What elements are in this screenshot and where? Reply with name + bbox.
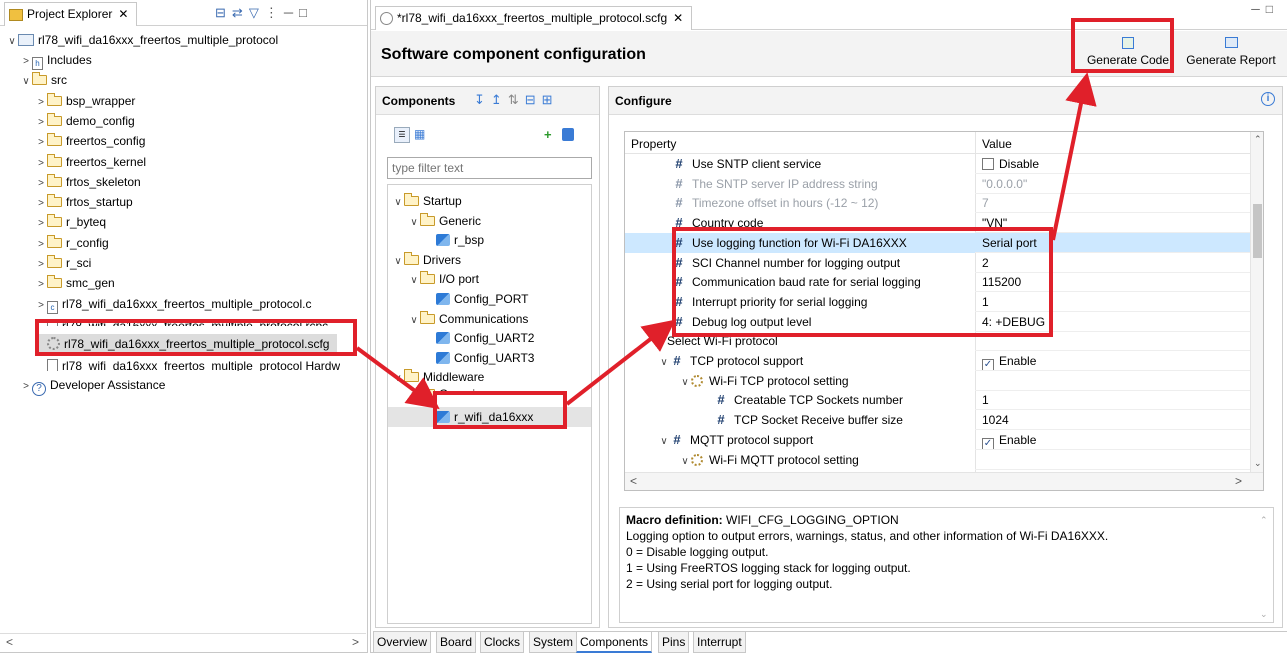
arrow-component-to-properties bbox=[565, 319, 676, 406]
annotation-arrows bbox=[355, 72, 1097, 410]
arrow-properties-to-generate bbox=[1051, 72, 1097, 241]
arrow-file-to-component bbox=[355, 346, 440, 410]
